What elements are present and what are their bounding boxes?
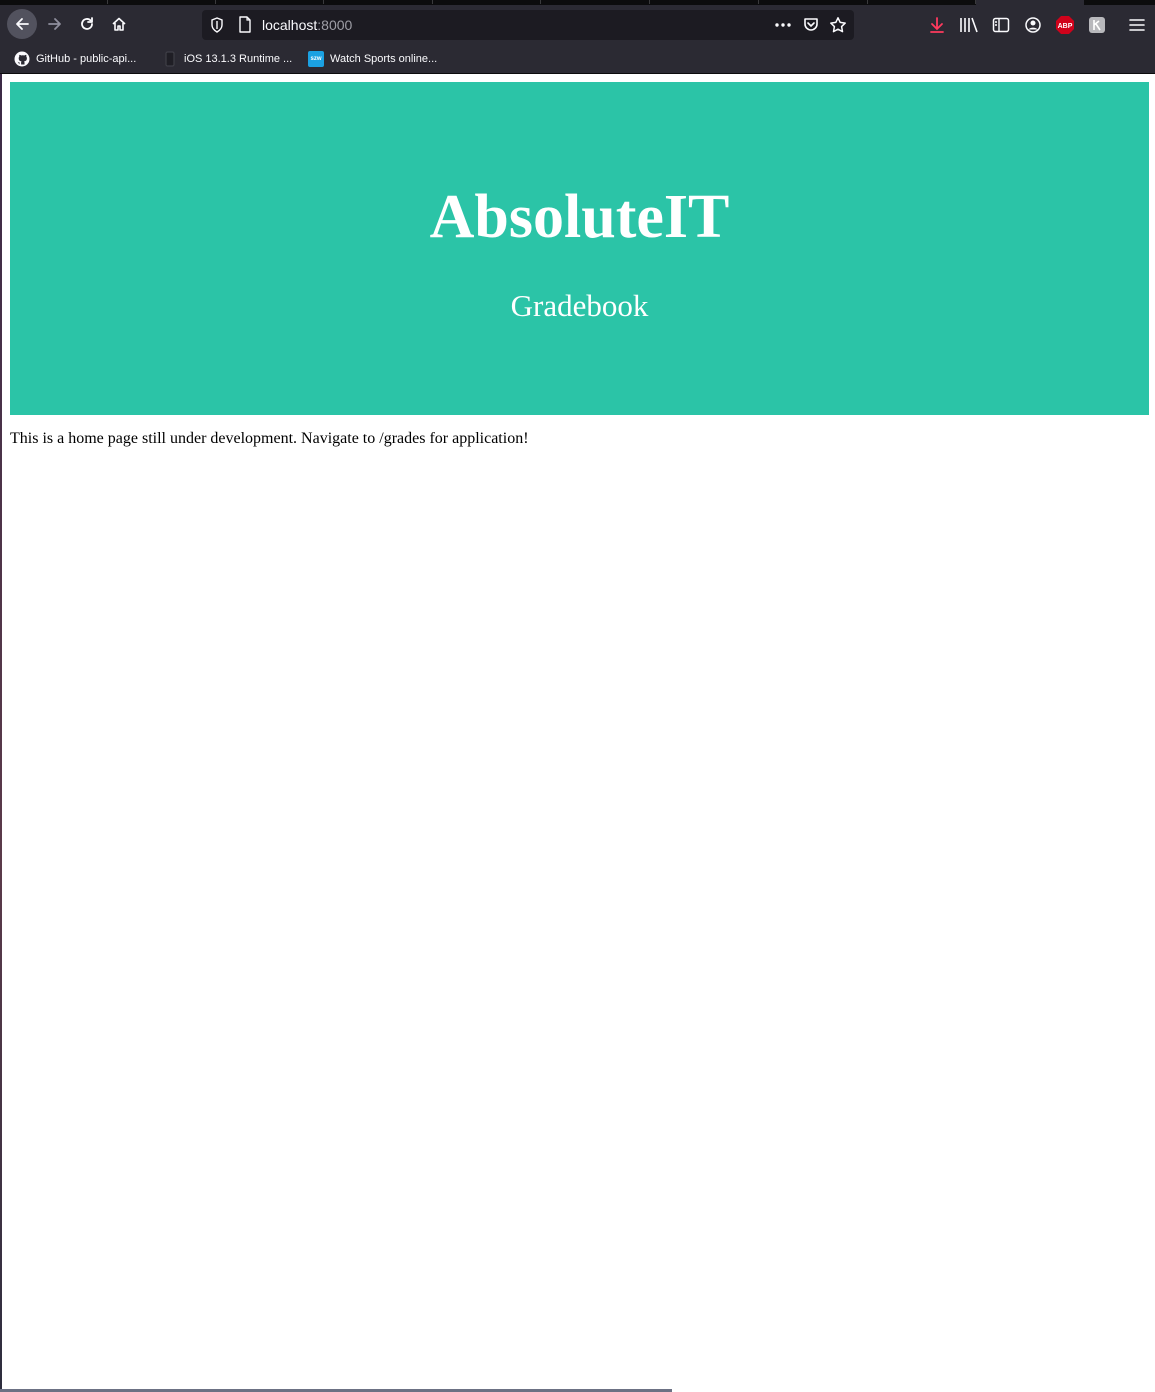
adblock-label: ABP [1058,23,1073,30]
url-text[interactable]: localhost:8000 [262,17,352,33]
home-icon [112,17,126,31]
bookmark-star-icon[interactable] [829,16,847,39]
reload-icon [81,17,93,30]
library-icon[interactable] [958,14,980,36]
url-port: :8000 [317,17,353,33]
tab[interactable] [216,0,324,4]
sz-icon: szw [308,51,324,67]
more-actions-icon[interactable] [774,16,792,39]
bookmark-label: Watch Sports online... [330,53,438,65]
tab[interactable] [759,0,868,4]
forward-button[interactable] [40,9,70,39]
adblock-icon[interactable]: ABP [1054,14,1076,36]
menu-icon[interactable] [1126,14,1148,36]
bookmark-watch-sports[interactable]: szw Watch Sports online... [308,50,437,68]
arrow-left-icon [16,18,29,30]
bookmark-label: iOS 13.1.3 Runtime ... [184,53,293,65]
bookmarks-toolbar: GitHub - public-api... iOS 13.1.3 Runtim… [0,45,1155,74]
hero-subtitle: Gradebook [510,288,649,323]
intro-text: This is a home page still under developm… [10,430,529,447]
hero-title: AbsoluteIT [429,183,730,251]
navigation-toolbar: localhost:8000 ABP [0,5,1155,45]
tab[interactable] [868,0,976,4]
bookmark-ios-runtime[interactable]: iOS 13.1.3 Runtime ... [162,50,292,68]
back-button[interactable] [7,9,37,39]
arrow-right-icon [48,18,61,30]
tab[interactable] [433,0,541,4]
tab[interactable] [0,0,108,4]
bookmark-label: GitHub - public-api... [36,53,137,65]
tab[interactable] [650,0,759,4]
extension-icon[interactable] [1086,14,1108,36]
pocket-icon[interactable] [802,16,820,39]
reload-button[interactable] [72,9,102,39]
account-icon[interactable] [1022,14,1044,36]
page-icon[interactable] [238,16,252,38]
tab[interactable] [541,0,650,4]
download-icon[interactable] [926,14,948,36]
url-bar[interactable]: localhost:8000 [202,10,854,40]
home-button[interactable] [104,9,134,39]
tab[interactable] [324,0,433,4]
github-icon [14,51,30,67]
shield-icon[interactable] [210,17,224,38]
sidebar-icon[interactable] [990,14,1012,36]
bookmark-github[interactable]: GitHub - public-api... [14,50,136,68]
url-host: localhost [262,17,318,33]
page-content: AbsoluteIT Gradebook This is a home page… [2,74,1155,1389]
phone-icon [162,51,178,67]
hero-banner: AbsoluteIT Gradebook [10,82,1149,415]
tab[interactable] [108,0,216,4]
